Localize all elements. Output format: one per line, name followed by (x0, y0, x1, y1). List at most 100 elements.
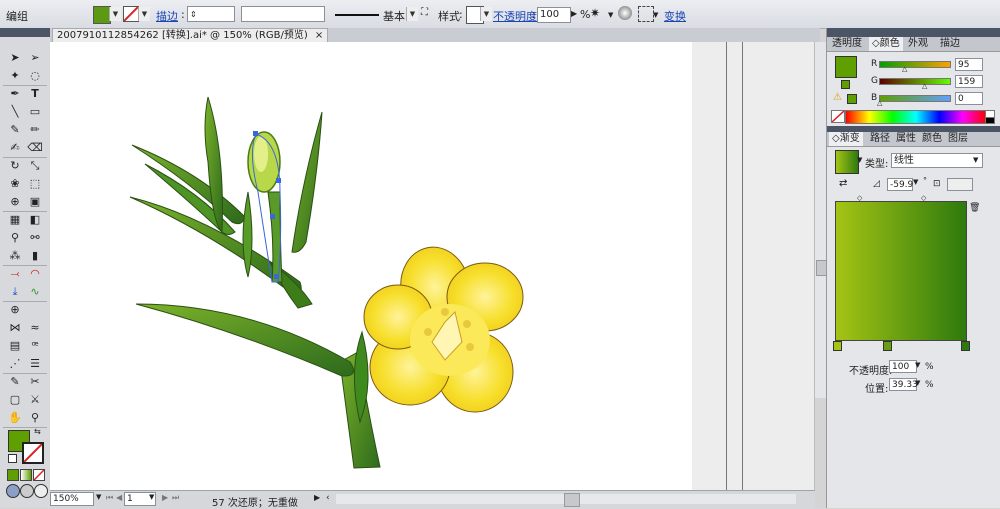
recolor-icon[interactable]: ⛶ (421, 7, 433, 19)
toolbox-header[interactable] (0, 28, 50, 37)
opacity-link[interactable]: 不透明度 (493, 8, 537, 24)
web-safe-swatch[interactable] (847, 94, 857, 104)
chart-tool-icon[interactable]: ▤ (6, 338, 24, 354)
artboard-tool-icon[interactable]: ▢ (6, 392, 24, 408)
transform-link[interactable]: 变换 (664, 8, 686, 24)
black-swatch[interactable] (985, 117, 995, 124)
warp-tool-icon[interactable]: ❀ (6, 176, 24, 192)
anchor-point[interactable] (276, 178, 281, 183)
none-mode-button[interactable] (33, 469, 45, 481)
color-mode-button[interactable] (7, 469, 19, 481)
red-slider-handle[interactable]: △ (902, 65, 907, 73)
green-slider-handle[interactable]: △ (922, 82, 927, 90)
style-dropdown-arrow[interactable]: ▼ (480, 7, 492, 21)
tab-attributes[interactable]: 属性 (893, 132, 919, 146)
graph-tool-icon[interactable]: ⋰ (6, 356, 24, 372)
smooth-tool-icon[interactable]: ∿ (26, 284, 44, 300)
last-artboard-icon[interactable]: ⏭ (172, 493, 179, 503)
document-setup-icon[interactable] (618, 6, 632, 20)
stroke-profile-label[interactable]: 基本 (383, 8, 405, 24)
stop-location-field[interactable]: 39.33 (889, 378, 918, 391)
direct-selection-tool-icon[interactable]: ➢ (26, 50, 44, 66)
symbol-sprayer-tool-icon[interactable]: ⁂ (6, 248, 24, 264)
upper-leaf-7[interactable] (242, 191, 253, 278)
convert-anchor-tool-icon[interactable]: ⤓ (6, 284, 24, 300)
zoom-dropdown-arrow[interactable]: ▼ (96, 493, 101, 501)
globe-tool-icon[interactable]: ⊕ (6, 302, 24, 318)
panel-dock-header[interactable] (827, 28, 1000, 37)
shape-builder-tool-icon[interactable]: ⊕ (6, 194, 24, 210)
lasso-tool-icon[interactable]: ◌ (26, 68, 44, 84)
draw-behind-icon[interactable] (20, 484, 34, 498)
stroke-weight-field[interactable]: ⇕ (187, 6, 235, 22)
anchor-point[interactable] (274, 274, 279, 279)
stop-opacity-dropdown-arrow[interactable]: ▼ (915, 361, 920, 369)
twirl-tool-icon[interactable]: ꟹ (26, 338, 44, 354)
perspective-grid-tool-icon[interactable]: ▦ (6, 212, 24, 228)
tab-color[interactable]: ◇颜色 (869, 37, 903, 51)
artboard[interactable] (50, 42, 692, 490)
gradient-stop[interactable] (883, 341, 892, 351)
stroke-dropdown-arrow[interactable]: ▼ (138, 7, 150, 21)
gradient-mode-button[interactable] (20, 469, 32, 481)
anchor-point[interactable] (253, 131, 258, 136)
eyedropper-tool-icon[interactable]: ⚲ (6, 230, 24, 246)
scale-tool-icon[interactable]: ⤡ (26, 158, 44, 174)
stroke-color-box[interactable] (22, 442, 44, 464)
draw-normal-icon[interactable] (6, 484, 20, 498)
close-tab-icon[interactable]: × (315, 30, 323, 41)
zoom-tool-icon[interactable]: ⚲ (26, 410, 44, 426)
upper-leaf-2[interactable] (131, 144, 246, 225)
green-slider[interactable] (879, 78, 951, 85)
width-tool-icon[interactable]: ⤙ (6, 266, 24, 282)
blend-tool-icon[interactable]: ⚯ (26, 230, 44, 246)
none-color-button[interactable] (831, 110, 845, 123)
pencil-tool-icon[interactable]: ✏ (26, 122, 44, 138)
tab-layers[interactable]: 图层 (945, 132, 971, 146)
mesh-tool-icon[interactable]: ⋈ (6, 320, 24, 336)
gradient-type-select[interactable]: 线性 (891, 153, 983, 168)
draw-inside-icon[interactable] (34, 484, 48, 498)
pen-tool-icon[interactable]: ✒ (6, 86, 24, 102)
stroke-link[interactable]: 描边 (156, 8, 178, 24)
free-transform-tool-icon[interactable]: ⬚ (26, 176, 44, 192)
opacity-arrow-icon[interactable]: ▶ (571, 9, 577, 18)
angle-dropdown-arrow[interactable]: ▼ (913, 178, 918, 186)
opacity-field[interactable]: 100 (537, 7, 571, 23)
zoom-field[interactable]: 150% (50, 492, 94, 506)
first-artboard-icon[interactable]: ⏮ (106, 493, 113, 503)
aspect-ratio-field[interactable] (947, 178, 973, 191)
gradient-type-dropdown-arrow[interactable]: ▼ (973, 156, 978, 164)
stroke-swatch[interactable] (123, 6, 139, 22)
color-spectrum[interactable] (845, 110, 987, 124)
tab-gradient[interactable]: ◇渐变 (829, 132, 863, 146)
status-text[interactable]: 57 次还原；无重做 (212, 494, 298, 509)
rectangle-tool-icon[interactable]: ▭ (26, 104, 44, 120)
stop-opacity-field[interactable]: 100 (889, 360, 917, 373)
status-menu-arrow[interactable]: ▶ (314, 493, 320, 502)
selection-tool-icon[interactable]: ➤ (6, 50, 24, 66)
live-paint-tool-icon[interactable]: ▣ (26, 194, 44, 210)
prev-artboard-icon[interactable]: ◀ (116, 493, 122, 502)
swap-colors-icon[interactable]: ⇆ (34, 427, 41, 436)
gradient-stop[interactable] (961, 341, 970, 351)
fill-dropdown-arrow[interactable]: ▼ (109, 7, 121, 21)
delete-stop-icon[interactable]: 🗑 (969, 203, 980, 213)
magic-wand-tool-icon[interactable]: ✦ (6, 68, 24, 84)
green-value-field[interactable]: 159 (955, 75, 983, 88)
list-tool-icon[interactable]: ☰ (26, 356, 44, 372)
gradient-slider[interactable] (835, 201, 967, 341)
scissors-tool-icon[interactable]: ✂ (26, 374, 44, 390)
tab-stroke[interactable]: 描边 (937, 37, 963, 51)
gradient-tool-icon[interactable]: ◧ (26, 212, 44, 228)
blob-brush-tool-icon[interactable]: ✍ (6, 140, 24, 156)
upper-leaf-5[interactable] (291, 111, 323, 253)
blue-value-field[interactable]: 0 (955, 92, 983, 105)
stop-location-dropdown-arrow[interactable]: ▼ (915, 379, 920, 387)
blue-slider-handle[interactable]: △ (877, 99, 882, 107)
stroke-profile-dropdown-arrow[interactable]: ▼ (406, 7, 418, 21)
anchor-tool-icon[interactable]: ◠ (26, 266, 44, 282)
slice-tool-icon[interactable]: ✎ (6, 374, 24, 390)
hand-tool-icon[interactable]: ✋ (6, 410, 24, 426)
canvas-area[interactable] (50, 42, 820, 490)
